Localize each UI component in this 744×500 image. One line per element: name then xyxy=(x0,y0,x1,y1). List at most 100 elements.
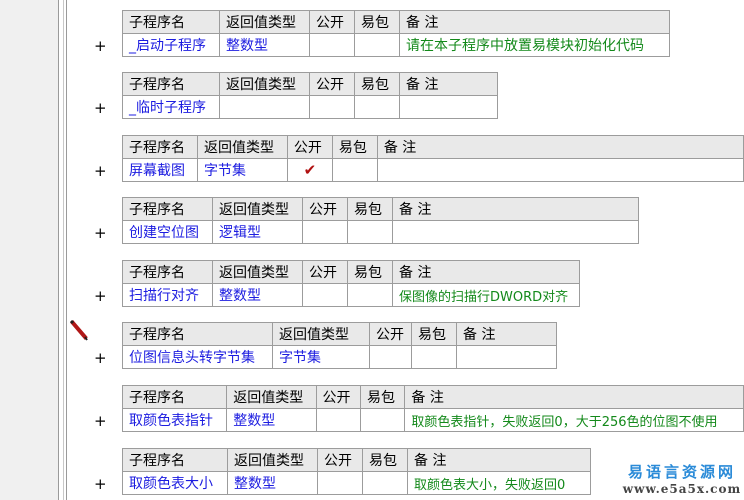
col-header-name: 子程序名 xyxy=(122,260,213,284)
col-header-easy: 易包 xyxy=(331,135,378,159)
return-type-cell[interactable]: 整数型 xyxy=(212,283,303,307)
col-header-rtype: 返回值类型 xyxy=(227,448,318,472)
public-cell[interactable] xyxy=(315,408,361,432)
col-header-public: 公开 xyxy=(286,135,333,159)
procedure-name-cell[interactable]: 取颜色表指针 xyxy=(121,408,228,432)
easy-pack-cell[interactable] xyxy=(411,345,457,369)
procedure-table: 子程序名 返回值类型 公开 易包 备 注 屏幕截图 字节集 ✔ xyxy=(122,135,744,182)
procedure-name-cell[interactable]: 取颜色表大小 xyxy=(122,471,228,495)
easy-pack-cell[interactable] xyxy=(362,471,408,495)
procedure-row: _临时子程序 xyxy=(122,95,498,119)
col-header-public: 公开 xyxy=(309,10,355,34)
return-type-cell[interactable]: 字节集 xyxy=(272,345,370,369)
procedure-row: 创建空位图 逻辑型 xyxy=(122,220,639,244)
procedure-row: 取颜色表指针 整数型 取颜色表指针，失败返回0，大于256色的位图不使用 xyxy=(121,408,744,432)
expand-toggle[interactable]: + xyxy=(94,351,107,366)
expand-toggle[interactable]: + xyxy=(94,164,107,179)
public-cell[interactable] xyxy=(309,33,355,57)
return-type-cell[interactable] xyxy=(219,95,310,119)
procedure-row: 屏幕截图 字节集 ✔ xyxy=(122,158,744,182)
col-header-rtype: 返回值类型 xyxy=(212,260,303,284)
easy-pack-cell[interactable] xyxy=(354,95,400,119)
procedure-name-cell[interactable]: 屏幕截图 xyxy=(122,158,198,182)
col-header-easy: 易包 xyxy=(354,72,400,96)
header-row: 子程序名 返回值类型 公开 易包 备 注 xyxy=(122,72,498,96)
note-cell[interactable] xyxy=(456,345,557,369)
note-cell[interactable] xyxy=(399,95,498,119)
procedure-table: 子程序名 返回值类型 公开 易包 备 注 _临时子程序 xyxy=(122,72,498,119)
watermark-url: www.e5a5x.com xyxy=(622,482,742,496)
note-cell[interactable]: 请在本子程序中放置易模块初始化代码 xyxy=(399,33,670,57)
procedure-name-cell[interactable]: 位图信息头转字节集 xyxy=(122,345,273,369)
easy-pack-cell[interactable] xyxy=(347,283,393,307)
col-header-easy: 易包 xyxy=(347,197,393,221)
col-header-easy: 易包 xyxy=(362,448,408,472)
col-header-note: 备 注 xyxy=(399,10,670,34)
return-type-cell[interactable]: 整数型 xyxy=(227,471,318,495)
public-cell[interactable] xyxy=(309,95,355,119)
col-header-note: 备 注 xyxy=(404,385,744,409)
easy-pack-cell[interactable] xyxy=(359,408,406,432)
return-type-cell[interactable]: 字节集 xyxy=(196,158,288,182)
procedure-name-cell[interactable]: 创建空位图 xyxy=(122,220,213,244)
expand-toggle[interactable]: + xyxy=(94,101,107,116)
col-header-public: 公开 xyxy=(369,322,412,346)
note-cell[interactable]: 保图像的扫描行DWORD对齐 xyxy=(392,283,580,307)
col-header-public: 公开 xyxy=(315,385,361,409)
public-cell[interactable] xyxy=(302,220,348,244)
procedure-table: 子程序名 返回值类型 公开 易包 备 注 _启动子程序 整数型 请在本子程序中放… xyxy=(122,10,670,57)
col-header-name: 子程序名 xyxy=(122,135,198,159)
procedure-block: + 子程序名 返回值类型 公开 易包 备 注 扫描行对齐 整数型 保图像的扫描行… xyxy=(0,260,744,312)
procedure-table: 子程序名 返回值类型 公开 易包 备 注 位图信息头转字节集 字节集 xyxy=(122,322,557,369)
col-header-note: 备 注 xyxy=(407,448,591,472)
col-header-rtype: 返回值类型 xyxy=(212,197,303,221)
procedure-row: 取颜色表大小 整数型 取颜色表大小，失败返回0 xyxy=(122,471,591,495)
header-row: 子程序名 返回值类型 公开 易包 备 注 xyxy=(122,448,591,472)
procedure-table: 子程序名 返回值类型 公开 易包 备 注 取颜色表大小 整数型 取颜色表大小，失… xyxy=(122,448,591,495)
watermark-logo: 易语言资源网 www.e5a5x.com xyxy=(620,462,744,500)
header-row: 子程序名 返回值类型 公开 易包 备 注 xyxy=(122,260,580,284)
expand-toggle[interactable]: + xyxy=(94,414,107,429)
procedure-block: + 子程序名 返回值类型 公开 易包 备 注 屏幕截图 字节集 ✔ xyxy=(0,135,744,187)
col-header-public: 公开 xyxy=(302,260,348,284)
col-header-easy: 易包 xyxy=(359,385,406,409)
return-type-cell[interactable]: 逻辑型 xyxy=(212,220,303,244)
easy-pack-cell[interactable] xyxy=(331,158,378,182)
expand-toggle[interactable]: + xyxy=(94,39,107,54)
header-row: 子程序名 返回值类型 公开 易包 备 注 xyxy=(121,385,744,409)
header-row: 子程序名 返回值类型 公开 易包 备 注 xyxy=(122,322,557,346)
public-cell[interactable] xyxy=(317,471,363,495)
watermark-title: 易语言资源网 xyxy=(627,463,736,481)
col-header-note: 备 注 xyxy=(392,260,580,284)
procedure-row: 位图信息头转字节集 字节集 xyxy=(122,345,557,369)
expand-toggle[interactable]: + xyxy=(94,289,107,304)
procedure-block: + 子程序名 返回值类型 公开 易包 备 注 _临时子程序 xyxy=(0,72,744,124)
return-type-cell[interactable]: 整数型 xyxy=(226,408,317,432)
expand-toggle[interactable]: + xyxy=(94,477,107,492)
easy-pack-cell[interactable] xyxy=(354,33,400,57)
col-header-rtype: 返回值类型 xyxy=(196,135,288,159)
col-header-easy: 易包 xyxy=(354,10,400,34)
public-cell[interactable] xyxy=(302,283,348,307)
note-cell[interactable] xyxy=(376,158,744,182)
public-check-icon[interactable]: ✔ xyxy=(286,158,333,182)
easy-pack-cell[interactable] xyxy=(347,220,393,244)
procedure-name-cell[interactable]: _临时子程序 xyxy=(122,95,220,119)
header-row: 子程序名 返回值类型 公开 易包 备 注 xyxy=(122,197,639,221)
procedure-block: + 子程序名 返回值类型 公开 易包 备 注 创建空位图 逻辑型 xyxy=(0,197,744,249)
col-header-rtype: 返回值类型 xyxy=(219,72,310,96)
procedure-table: 子程序名 返回值类型 公开 易包 备 注 扫描行对齐 整数型 保图像的扫描行DW… xyxy=(122,260,580,307)
note-cell[interactable]: 取颜色表指针，失败返回0，大于256色的位图不使用 xyxy=(404,408,744,432)
col-header-public: 公开 xyxy=(317,448,363,472)
note-cell[interactable]: 取颜色表大小，失败返回0 xyxy=(407,471,591,495)
col-header-note: 备 注 xyxy=(399,72,498,96)
procedure-name-cell[interactable]: _启动子程序 xyxy=(122,33,220,57)
return-type-cell[interactable]: 整数型 xyxy=(219,33,310,57)
col-header-rtype: 返回值类型 xyxy=(219,10,310,34)
note-cell[interactable] xyxy=(392,220,639,244)
col-header-note: 备 注 xyxy=(392,197,639,221)
procedure-name-cell[interactable]: 扫描行对齐 xyxy=(122,283,213,307)
expand-toggle[interactable]: + xyxy=(94,226,107,241)
public-cell[interactable] xyxy=(369,345,412,369)
header-row: 子程序名 返回值类型 公开 易包 备 注 xyxy=(122,10,670,34)
